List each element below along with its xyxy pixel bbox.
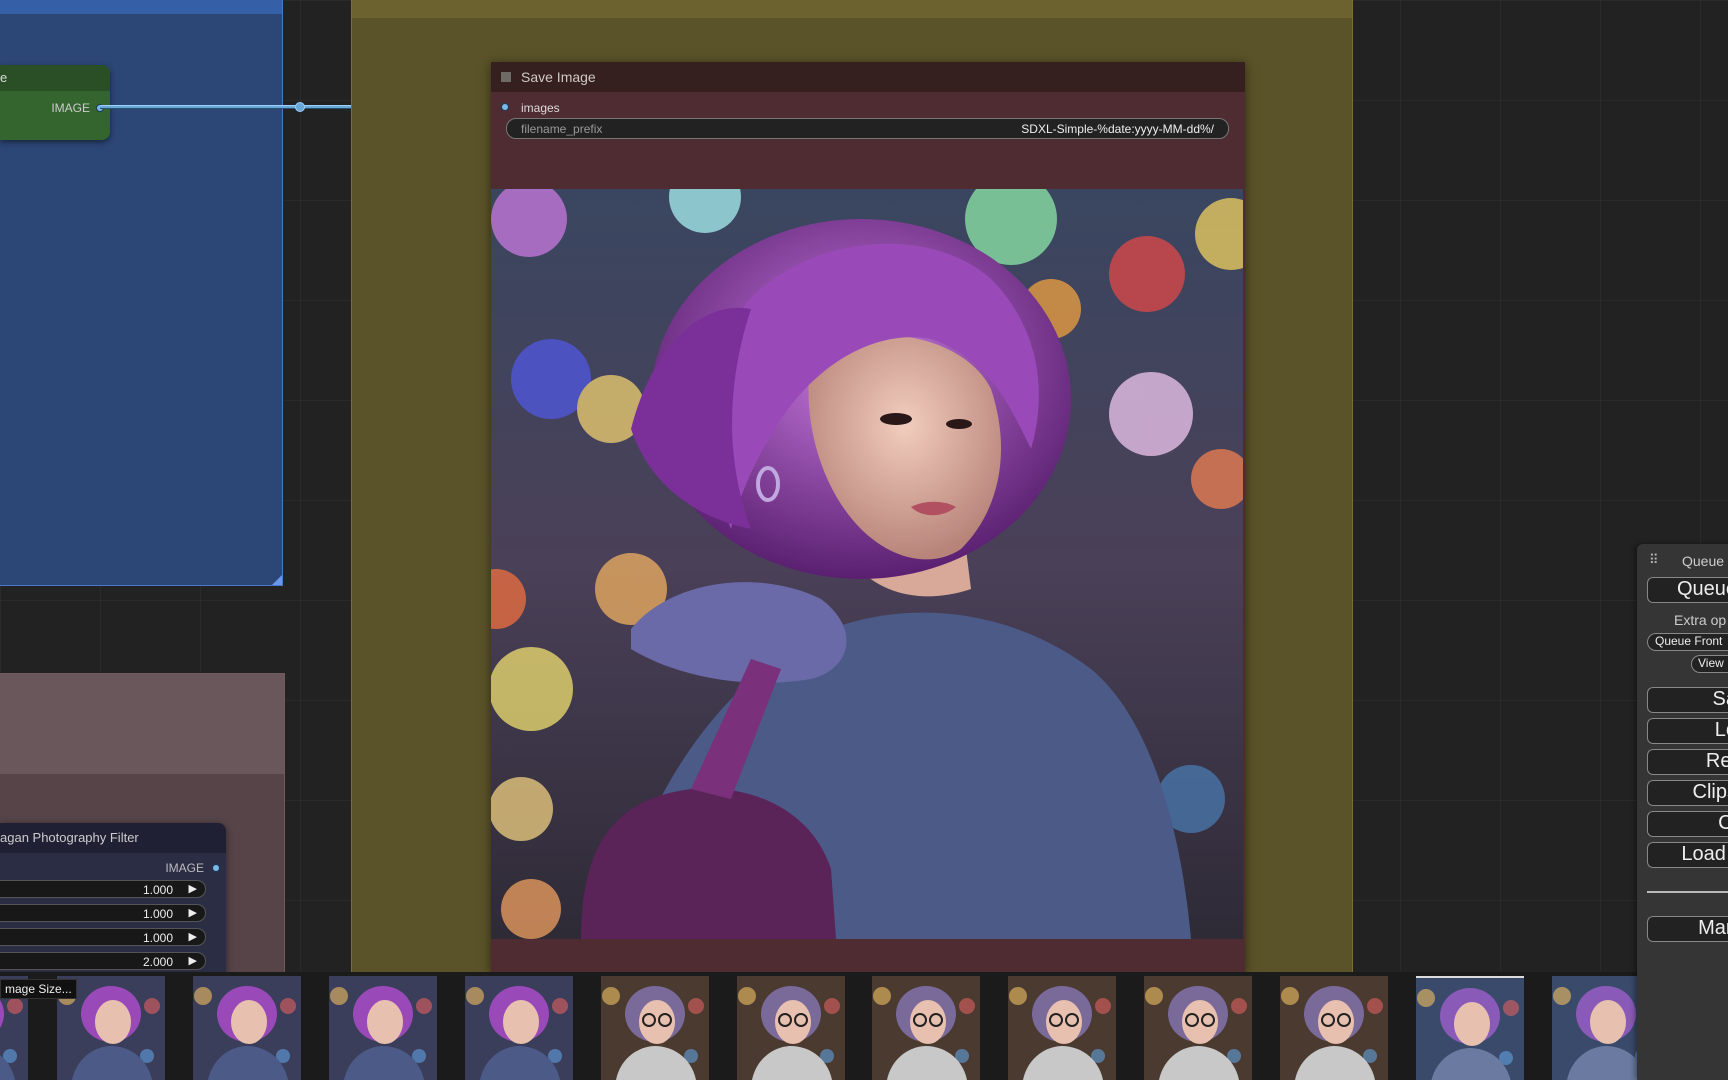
link-midpoint[interactable] xyxy=(295,102,305,112)
node-title: e xyxy=(0,65,110,91)
portrait-image xyxy=(491,189,1243,939)
widget-value: 1.000 xyxy=(142,931,173,945)
group-header[interactable] xyxy=(0,674,284,774)
input-label: images xyxy=(521,101,560,115)
history-thumbnail[interactable] xyxy=(193,976,301,1080)
queue-button[interactable]: Queue xyxy=(1647,577,1728,603)
increment-arrow-icon[interactable]: ▶ xyxy=(189,930,197,943)
number-widget[interactable]: 1.000 ▶ xyxy=(0,928,206,946)
number-widget[interactable]: 1.000 ▶ xyxy=(0,880,206,898)
load-default-button[interactable]: Load I xyxy=(1647,842,1728,868)
tooltip: mage Size... xyxy=(0,979,77,999)
node-title: Save Image xyxy=(521,69,596,85)
refresh-button[interactable]: Ref xyxy=(1647,749,1728,775)
photography-filter-node[interactable]: agan Photography Filter IMAGE 1.000 ▶ 1.… xyxy=(0,823,226,973)
increment-arrow-icon[interactable]: ▶ xyxy=(189,882,197,895)
widget-value: 1.000 xyxy=(142,907,173,921)
group-header[interactable] xyxy=(352,0,1352,18)
queue-front-button[interactable]: Queue Front xyxy=(1647,633,1728,651)
history-thumbnail[interactable] xyxy=(1008,976,1116,1080)
widget-value: 1.000 xyxy=(142,883,173,897)
collapse-icon[interactable] xyxy=(501,72,511,82)
images-input[interactable]: images xyxy=(501,101,560,115)
image-node[interactable]: e IMAGE xyxy=(0,65,110,140)
divider xyxy=(1647,891,1728,893)
number-widget[interactable]: 2.000 ▶ xyxy=(0,952,206,970)
clipspace-button[interactable]: Clips xyxy=(1647,780,1728,806)
history-thumbnail[interactable] xyxy=(465,976,573,1080)
field-value: SDXL-Simple-%date:yyyy-MM-dd%/ xyxy=(1021,122,1214,136)
filename-prefix-field[interactable]: filename_prefix SDXL-Simple-%date:yyyy-M… xyxy=(506,118,1229,139)
history-thumbnail[interactable] xyxy=(1280,976,1388,1080)
image-preview xyxy=(491,189,1243,939)
history-thumbnail[interactable] xyxy=(1416,976,1524,1080)
input-slot[interactable] xyxy=(501,103,509,111)
history-thumbnail[interactable] xyxy=(872,976,980,1080)
history-thumbnail[interactable] xyxy=(601,976,709,1080)
widget-value: 2.000 xyxy=(142,955,173,969)
manager-button[interactable]: Man xyxy=(1647,916,1728,942)
history-thumbnail[interactable] xyxy=(737,976,845,1080)
group-resize-handle[interactable] xyxy=(272,575,282,585)
history-thumbnail[interactable] xyxy=(1144,976,1252,1080)
image-history-strip xyxy=(0,972,1728,1080)
group-header[interactable] xyxy=(0,0,282,14)
drag-handle-icon[interactable]: ⠿ xyxy=(1649,552,1658,568)
panel-title: Queue xyxy=(1682,553,1725,569)
increment-arrow-icon[interactable]: ▶ xyxy=(189,954,197,967)
save-button[interactable]: Sa xyxy=(1647,687,1728,713)
extra-options-label: Extra op xyxy=(1674,612,1727,628)
increment-arrow-icon[interactable]: ▶ xyxy=(189,906,197,919)
save-image-node[interactable]: Save Image images filename_prefix SDXL-S… xyxy=(491,62,1245,972)
clear-button[interactable]: Cl xyxy=(1647,811,1728,837)
output-label: IMAGE xyxy=(165,861,204,875)
output-slot[interactable] xyxy=(212,864,220,872)
number-widget[interactable]: 1.000 ▶ xyxy=(0,904,206,922)
history-thumbnail[interactable] xyxy=(329,976,437,1080)
output-label: IMAGE xyxy=(51,101,90,115)
field-label: filename_prefix xyxy=(521,122,603,136)
load-button[interactable]: Lo xyxy=(1647,718,1728,744)
node-title-bar[interactable]: Save Image xyxy=(491,62,1245,92)
view-button[interactable]: View xyxy=(1691,655,1728,673)
queue-panel[interactable]: ⠿ Queue Queue Extra op Queue Front View … xyxy=(1637,544,1728,1080)
node-title: agan Photography Filter xyxy=(0,823,226,853)
